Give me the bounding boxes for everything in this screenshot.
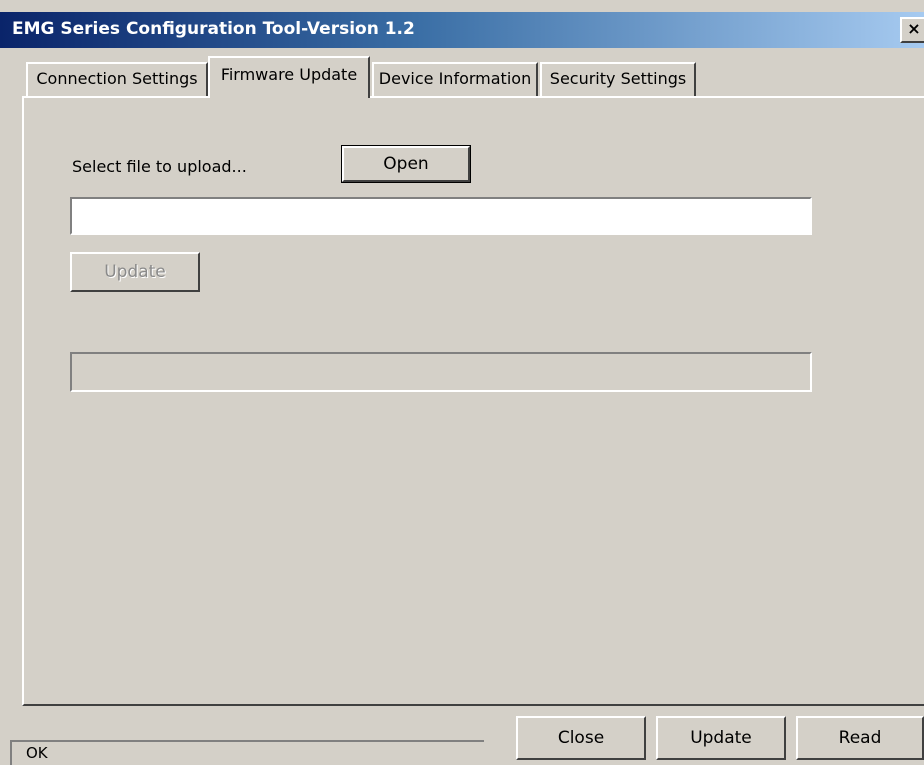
read-button[interactable]: Read xyxy=(796,716,924,760)
update-button[interactable]: Update xyxy=(656,716,786,760)
tab-firmware-update[interactable]: Firmware Update xyxy=(208,56,370,98)
close-window-button[interactable]: × xyxy=(900,17,924,43)
tab-security-settings[interactable]: Security Settings xyxy=(540,62,696,96)
window-title: EMG Series Configuration Tool-Version 1.… xyxy=(12,19,415,39)
firmware-update-panel xyxy=(22,96,924,706)
status-bar: OK xyxy=(10,740,484,765)
tab-connection-settings[interactable]: Connection Settings xyxy=(26,62,208,96)
close-icon: × xyxy=(907,19,921,38)
app-window: EMG Series Configuration Tool-Version 1.… xyxy=(0,0,924,765)
close-button[interactable]: Close xyxy=(516,716,646,760)
status-text: OK xyxy=(26,744,48,762)
tab-device-information[interactable]: Device Information xyxy=(372,62,538,96)
title-bar[interactable]: EMG Series Configuration Tool-Version 1.… xyxy=(0,12,924,48)
